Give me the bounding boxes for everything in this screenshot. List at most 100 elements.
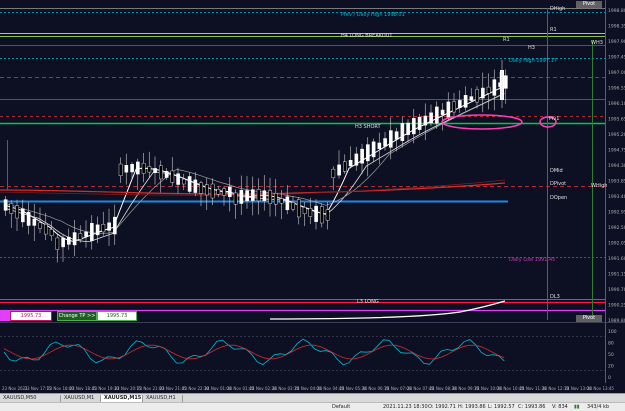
candle-body bbox=[84, 231, 88, 237]
candle-body bbox=[61, 237, 65, 248]
price-axis-label: 1990.25 bbox=[608, 303, 625, 309]
oscillator-axis-label: 50 bbox=[608, 352, 614, 358]
tab-xauusd-m50[interactable]: XAUUSD,M50 (offline) bbox=[0, 395, 61, 408]
candle-body bbox=[383, 138, 387, 147]
oscillator-axis-label: 80 bbox=[608, 341, 614, 347]
dl3-label: DL3 bbox=[550, 294, 560, 300]
candle-body bbox=[210, 183, 215, 199]
candle-body bbox=[141, 162, 146, 174]
price-axis-label: 1989.80 bbox=[608, 318, 625, 324]
candle-body bbox=[124, 165, 129, 173]
candle-body bbox=[279, 198, 284, 204]
candle-body bbox=[107, 222, 111, 231]
candle-body bbox=[95, 224, 100, 236]
dpivot-label: DPivot bbox=[550, 181, 567, 187]
change-tp-button[interactable]: Change TP >> bbox=[57, 311, 97, 321]
chart-window: 100 80 50 20 0 1998.80 1998.35 1997.90 1997.45 1… bbox=[0, 0, 625, 411]
r1-short-label: R1 bbox=[503, 37, 510, 43]
daily-low-label: Daily Low 1991.45 bbox=[509, 257, 556, 263]
pivot-top-label: Pivot bbox=[576, 1, 602, 8]
candle-body bbox=[268, 190, 272, 204]
time-axis: 23 Nov 202123 Nov 17:1523 Nov 18:0023 No… bbox=[0, 383, 625, 393]
wh3-label: WH3 bbox=[591, 40, 603, 46]
candle-body bbox=[377, 142, 382, 150]
price-axis-label: 1997.00 bbox=[608, 70, 625, 76]
candle-body bbox=[262, 190, 267, 202]
candle-body bbox=[406, 122, 410, 135]
prev-daily-high-label: Prev / Daily High 1998.01 bbox=[341, 12, 405, 18]
candle-body bbox=[153, 168, 157, 173]
candle-body bbox=[371, 141, 376, 158]
candle-body bbox=[446, 101, 451, 118]
price-axis-label: 1996.55 bbox=[608, 86, 625, 92]
candle-body bbox=[44, 224, 48, 235]
candle-body bbox=[239, 190, 244, 204]
candle-body bbox=[423, 115, 428, 126]
price-axis-label: 1998.35 bbox=[608, 24, 625, 30]
oscillator-axis-label: 20 bbox=[608, 364, 614, 370]
candle-body bbox=[187, 176, 192, 192]
candle-body bbox=[233, 192, 238, 205]
candle-body bbox=[228, 186, 232, 198]
candle-body bbox=[15, 205, 19, 219]
candle-body bbox=[193, 179, 198, 193]
candle-body bbox=[49, 229, 54, 236]
candle-body bbox=[78, 233, 83, 240]
candle-body bbox=[222, 188, 226, 196]
tab-xauusd-m1[interactable]: XAUUSD,M1 bbox=[61, 395, 101, 402]
price-axis-label: 1998.80 bbox=[608, 8, 625, 14]
candle-body bbox=[256, 189, 261, 202]
candle-body bbox=[113, 216, 117, 235]
candle-body bbox=[429, 112, 433, 124]
price-axis-label: 1994.30 bbox=[608, 163, 625, 169]
candle-body bbox=[417, 116, 422, 130]
price-axis-label: 1994.75 bbox=[608, 148, 625, 154]
candle-body bbox=[199, 182, 203, 194]
candle-body bbox=[458, 100, 462, 108]
candle-body bbox=[245, 190, 249, 202]
candle-body bbox=[176, 173, 180, 185]
candle-body bbox=[182, 178, 186, 185]
candle-body bbox=[389, 130, 393, 148]
h4-long-breakout-label: H4 LONG BREAKOUT bbox=[341, 33, 393, 39]
time-axis-label: 24 Nov 13:45 bbox=[587, 386, 614, 391]
candle-body bbox=[147, 166, 152, 173]
price-axis-label: 1993.40 bbox=[608, 194, 625, 200]
candle-body bbox=[297, 199, 301, 218]
whigh-label: WHigh bbox=[591, 183, 608, 189]
sell-price-button[interactable]: 1995.73 bbox=[10, 311, 52, 321]
candle-body bbox=[463, 95, 468, 108]
l3-long-label: L3 LONG bbox=[357, 299, 379, 305]
candle-body bbox=[26, 211, 31, 226]
price-axis-label: 1996.10 bbox=[608, 101, 625, 107]
candle-body bbox=[314, 205, 318, 222]
candle-body bbox=[343, 161, 347, 172]
candle-body bbox=[469, 96, 474, 101]
candle-body bbox=[394, 131, 399, 140]
price-axis: 1998.80 1998.35 1997.90 1997.45 1997.00 1996.… bbox=[608, 8, 625, 324]
price-axis-label: 1991.60 bbox=[608, 256, 625, 262]
candle-body bbox=[9, 203, 14, 214]
candle-body bbox=[67, 236, 71, 245]
candle-body bbox=[504, 75, 508, 89]
candle-body bbox=[159, 165, 163, 180]
tab-xauusd-h1[interactable]: XAUUSD,H1 bbox=[143, 395, 183, 402]
candle-body bbox=[164, 170, 169, 178]
dmid-label: DMid bbox=[550, 168, 563, 174]
candle-body bbox=[452, 101, 456, 113]
candle-body bbox=[435, 106, 439, 124]
r1-label: R1 bbox=[550, 27, 557, 33]
tab-xauusd-m15[interactable]: XAUUSD,M15 bbox=[101, 395, 143, 402]
price-axis-label: 1990.70 bbox=[608, 287, 625, 293]
candle-body bbox=[320, 206, 324, 224]
price-axis-label: 1992.05 bbox=[608, 241, 625, 247]
price-axis-label: 1995.65 bbox=[608, 117, 625, 123]
candle-body bbox=[170, 170, 175, 183]
candle-body bbox=[348, 160, 353, 167]
candle-body bbox=[21, 208, 25, 223]
buy-price-button[interactable]: 1995.73 bbox=[97, 311, 137, 321]
candle-body bbox=[400, 123, 405, 142]
candle-body bbox=[486, 86, 491, 94]
candle-body bbox=[475, 89, 479, 103]
candle-body bbox=[337, 164, 341, 176]
